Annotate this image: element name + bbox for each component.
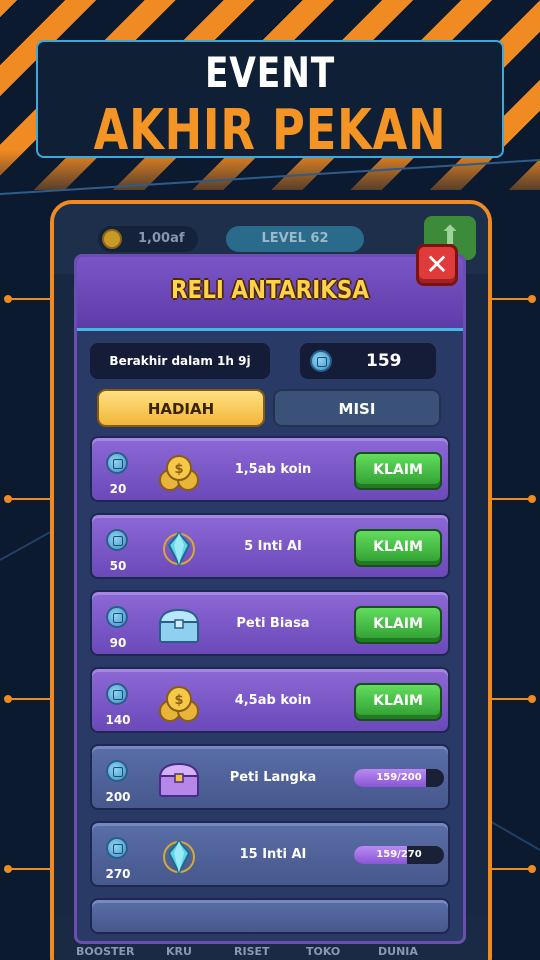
tab-misi[interactable]: MISI [273,389,441,427]
event-banner: EVENT AKHIR PEKAN [36,40,504,163]
rally-token-icon [106,760,128,782]
reward-row: 20 $ 1,5ab koin KLAIM [90,436,450,502]
ai-core-icon [163,839,195,876]
token-balance-value: 159 [366,351,402,371]
common-chest-icon [158,608,200,643]
progress-text: 159/270 [376,849,422,860]
coin-icon [102,229,122,249]
reward-label: Peti Langka [229,770,317,785]
banner-event-label: EVENT [204,48,336,97]
reward-label: 4,5ab koin [234,693,312,708]
reward-cost: 50 [109,559,127,573]
reward-row: 200 Peti Langka 159/200 [90,744,450,810]
reward-row: 90 Peti Biasa KLAIM [90,590,450,656]
coin-balance: 1,00af [98,226,198,252]
claim-button[interactable]: KLAIM [354,452,442,490]
modal-header: RELI ANTARIKSA [77,257,463,331]
event-timer: Berakhir dalam 1h 9j [90,343,270,379]
token-balance: 159 [300,343,436,379]
close-icon: ✕ [425,248,449,281]
side-marker [486,865,536,873]
reward-cost: 90 [109,636,127,650]
nav-booster[interactable]: BOOSTER [76,945,135,958]
reward-row-partial [90,898,450,934]
rally-token-icon [106,837,128,859]
reward-progress-bar: 159/270 [354,846,444,864]
side-marker [486,695,536,703]
side-marker [4,295,54,303]
banner-title: AKHIR PEKAN [93,98,447,163]
reward-label: 15 Inti AI [239,847,307,862]
progress-text: 159/200 [376,772,422,783]
reward-progress-bar: 159/200 [354,769,444,787]
coins-icon: $ [159,686,199,722]
modal-title: RELI ANTARIKSA [170,275,370,304]
level-badge: LEVEL 62 [226,226,364,252]
claim-button[interactable]: KLAIM [354,606,442,644]
tab-hadiah[interactable]: HADIAH [97,389,265,427]
side-marker [486,495,536,503]
reward-label: Peti Biasa [236,616,310,631]
side-marker [4,695,54,703]
reward-label: 1,5ab koin [234,462,312,477]
side-marker [4,865,54,873]
reward-cost: 140 [105,713,131,727]
rally-token-icon [106,606,128,628]
coins-icon: $ [159,455,199,491]
ai-core-icon [163,531,195,568]
nav-kru[interactable]: KRU [166,945,192,958]
nav-dunia[interactable]: DUNIA [378,945,418,958]
reward-cost: 200 [105,790,131,804]
reward-row: 270 15 Inti AI 159/270 [90,821,450,887]
claim-button[interactable]: KLAIM [354,683,442,721]
nav-toko[interactable]: TOKO [306,945,340,958]
reward-cost: 20 [109,482,127,496]
claim-button[interactable]: KLAIM [354,529,442,567]
rare-chest-icon [158,762,200,797]
reward-cost: 270 [105,867,131,881]
svg-text:$: $ [174,693,183,708]
rally-token-icon [106,452,128,474]
close-button[interactable]: ✕ [416,244,458,286]
rally-token-icon [310,350,332,372]
coin-balance-value: 1,00af [138,231,185,246]
svg-text:$: $ [174,462,183,477]
reward-row: 140 $ 4,5ab koin KLAIM [90,667,450,733]
reward-row: 50 5 Inti AI KLAIM [90,513,450,579]
rally-token-icon [106,529,128,551]
reward-label: 5 Inti AI [244,539,302,554]
nav-riset[interactable]: RISET [234,945,270,958]
rally-token-icon [106,683,128,705]
side-marker [486,295,536,303]
side-marker [4,495,54,503]
